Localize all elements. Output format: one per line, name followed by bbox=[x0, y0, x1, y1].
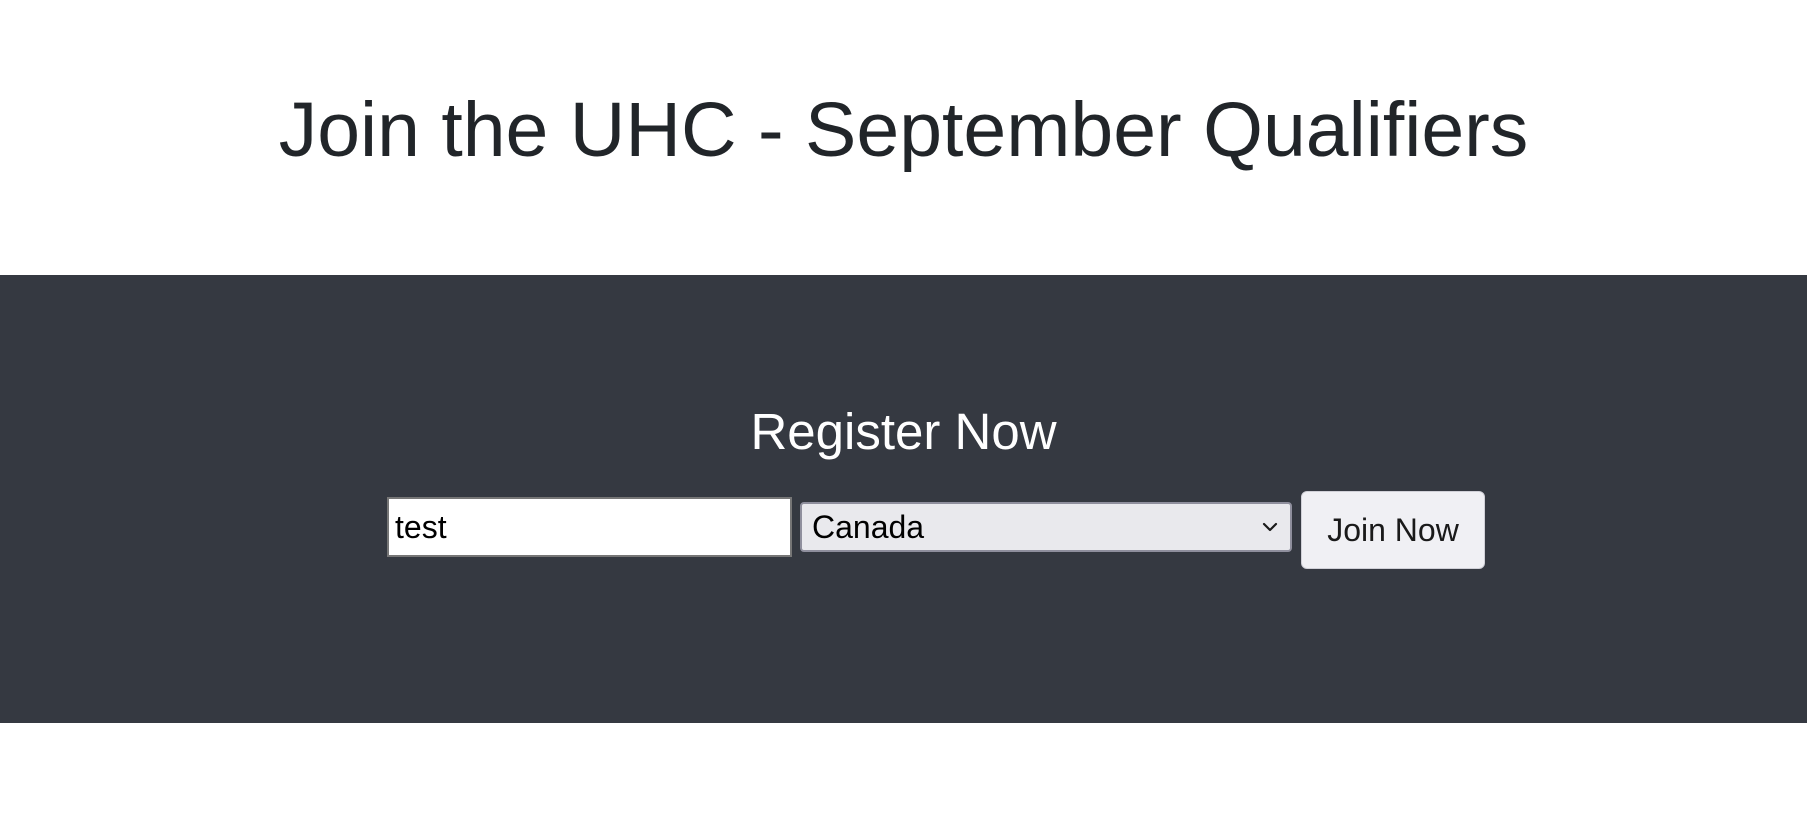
country-select-value: Canada bbox=[812, 508, 925, 545]
chevron-down-icon bbox=[1260, 517, 1280, 537]
page: Join the UHC - September Qualifiers Regi… bbox=[0, 0, 1807, 832]
register-heading: Register Now bbox=[750, 403, 1057, 460]
username-input[interactable] bbox=[387, 497, 792, 557]
register-form: Canada Join Now bbox=[387, 491, 1487, 571]
country-select[interactable]: Canada bbox=[800, 502, 1292, 552]
join-now-button[interactable]: Join Now bbox=[1301, 491, 1485, 569]
register-section: Register Now Canada Join Now bbox=[0, 275, 1807, 723]
page-title: Join the UHC - September Qualifiers bbox=[278, 87, 1529, 173]
